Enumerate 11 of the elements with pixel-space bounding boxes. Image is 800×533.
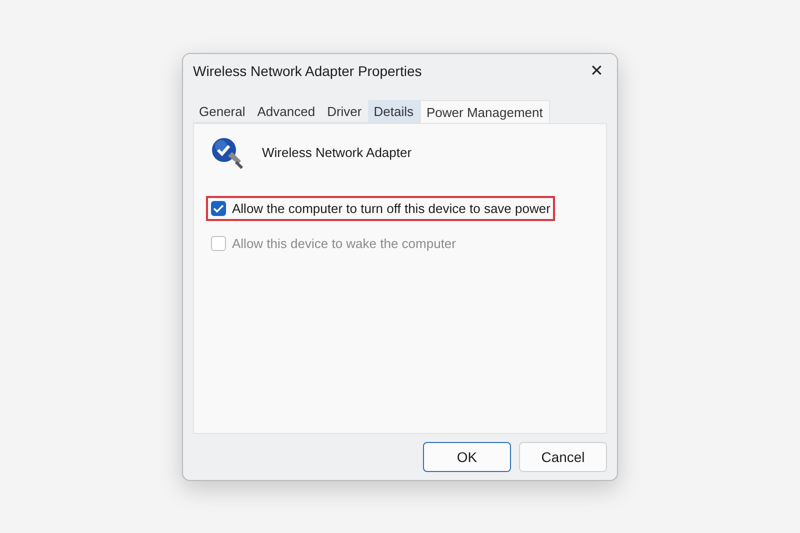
checkbox-label: Allow this device to wake the computer: [232, 236, 456, 250]
tab[interactable]: Details: [368, 100, 420, 122]
checkbox[interactable]: [211, 200, 226, 216]
tab[interactable]: Power Management: [420, 100, 550, 122]
close-button[interactable]: ✕: [586, 58, 607, 82]
device-name: Wireless Network Adapter: [262, 145, 412, 160]
dialog-button[interactable]: Cancel: [519, 442, 607, 472]
window-title: Wireless Network Adapter Properties: [193, 62, 422, 78]
checkbox-label: Allow the computer to turn off this device to save power: [232, 200, 550, 216]
network-adapter-icon: [210, 136, 246, 170]
dialog-button[interactable]: OK: [423, 442, 511, 472]
